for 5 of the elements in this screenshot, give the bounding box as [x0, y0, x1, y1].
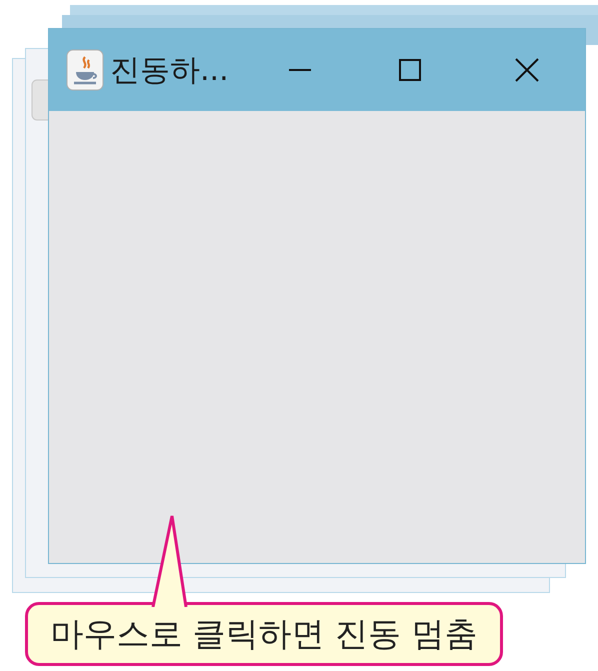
maximize-icon[interactable] — [399, 59, 421, 81]
callout-text: 마우스로 클릭하면 진동 멈춤 — [50, 613, 478, 656]
window-title: 진동하... — [110, 52, 229, 90]
minimize-icon[interactable] — [289, 68, 311, 72]
close-icon[interactable] — [515, 58, 539, 82]
